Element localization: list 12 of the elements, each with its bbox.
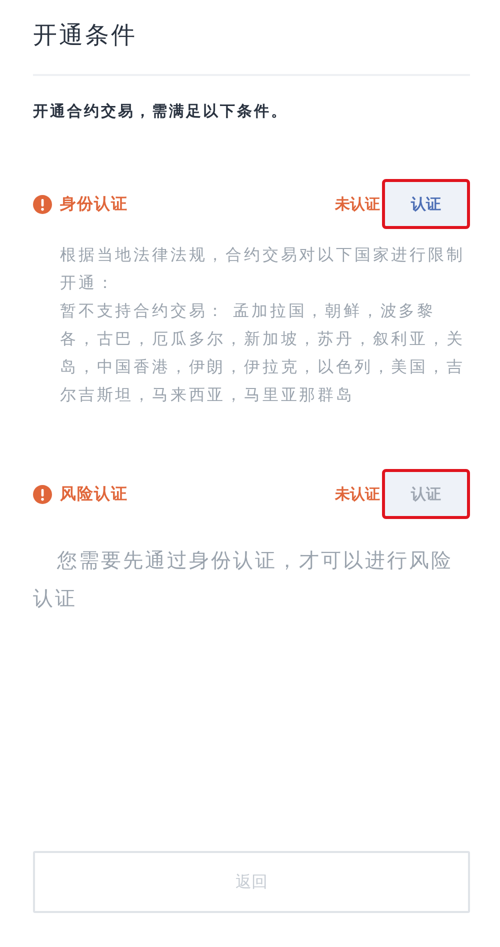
intro-text: 开通合约交易，需满足以下条件。: [33, 102, 289, 121]
notice-text: 您需要先通过身份认证，才可以进行风险认证: [33, 547, 454, 612]
warning-icon: [33, 484, 52, 504]
restriction-text: 根据当地法律法规，合约交易对以下国家进行限制开通：: [60, 244, 466, 294]
warning-icon: [33, 194, 52, 214]
section-title: 身份认证: [60, 194, 129, 214]
page-title: 开通条件: [33, 20, 138, 51]
verify-button[interactable]: 认证: [382, 179, 470, 229]
section-title: 风险认证: [60, 484, 129, 504]
restriction-text: 暂不支持合约交易： 孟加拉国，朝鲜，波多黎各，古巴，厄瓜多尔，新加坡，苏丹，叙利亚，关岛，中国香港，伊朗，伊拉克，以色列，美国，吉尔吉斯坦，马来西亚，马里亚那群岛: [60, 300, 466, 406]
status-label: 未认证: [335, 484, 380, 504]
status-label: 未认证: [335, 194, 380, 214]
